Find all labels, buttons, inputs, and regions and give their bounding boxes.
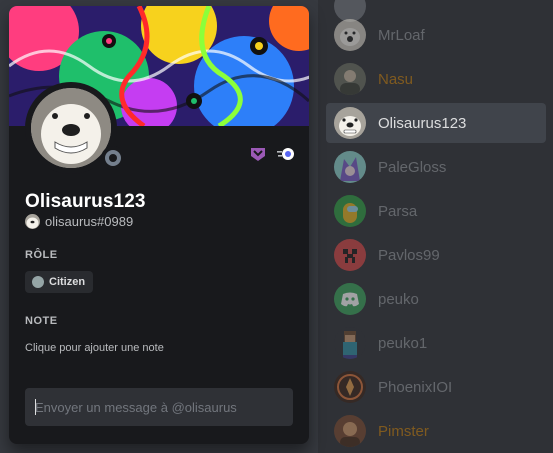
profile-tag-row: olisaurus#0989 — [25, 214, 133, 229]
nitro-boost-icon[interactable] — [277, 145, 295, 163]
role-chip[interactable]: Citizen — [25, 271, 94, 293]
member-list: MrLoaf Nasu Olisaurus123 PaleGloss Parsa… — [318, 0, 553, 453]
phoenix-avatar-icon — [334, 371, 366, 403]
dog-avatar-icon — [25, 214, 40, 229]
note-field[interactable]: Clique pour ajouter une note — [25, 342, 164, 354]
member-list-item[interactable]: Nasu — [326, 59, 546, 99]
member-name: Pavlos99 — [378, 246, 440, 264]
member-list-item[interactable]: MrLoaf — [326, 15, 546, 55]
member-name: Pimster — [378, 422, 429, 440]
member-list-item[interactable]: PhoenixIOI — [326, 367, 546, 407]
member-name: PhoenixIOI — [378, 378, 453, 396]
member-name: Nasu — [378, 70, 414, 88]
profile-username: Olisaurus123 — [25, 191, 146, 212]
profile-tag: olisaurus#0989 — [45, 214, 134, 229]
dog-avatar-icon — [31, 88, 111, 168]
creeper-avatar-icon — [334, 239, 366, 271]
member-name: peuko — [378, 290, 419, 308]
role-color-icon — [32, 276, 44, 288]
profile-badges — [249, 145, 295, 163]
member-name: Parsa — [378, 202, 418, 220]
member-name: PaleGloss — [378, 158, 447, 176]
member-list-item[interactable]: PaleGloss — [326, 147, 546, 187]
user-profile-popout: Olisaurus123 olisaurus#0989 RÔLE Citizen… — [9, 6, 309, 444]
status-indicator — [101, 146, 125, 170]
hypesquad-balance-icon[interactable] — [249, 145, 267, 163]
dog-avatar-icon — [334, 19, 366, 51]
dog-avatar-icon — [334, 107, 366, 139]
anime-avatar-icon — [334, 151, 366, 183]
minecraft-avatar-icon — [334, 327, 366, 359]
photo-avatar-icon — [334, 63, 366, 95]
member-list-item[interactable]: peuko — [326, 279, 546, 319]
offline-status-icon — [105, 150, 121, 166]
member-name: MrLoaf — [378, 26, 425, 44]
member-list-item[interactable]: Parsa — [326, 191, 546, 231]
member-name: Olisaurus123 — [378, 114, 467, 132]
member-list-item[interactable]: Pavlos99 — [326, 235, 546, 275]
role-name: Citizen — [49, 276, 86, 288]
note-section-title: NOTE — [25, 315, 58, 327]
message-input[interactable] — [25, 388, 293, 426]
role-section-title: RÔLE — [25, 249, 58, 261]
member-list-item[interactable]: Pimster — [326, 411, 546, 451]
text-caret — [35, 399, 36, 415]
among-us-avatar-icon — [334, 195, 366, 227]
member-list-item-selected[interactable]: Olisaurus123 — [326, 103, 546, 143]
profile-avatar[interactable] — [25, 82, 125, 174]
member-list-item[interactable]: peuko1 — [326, 323, 546, 363]
discord-logo-avatar-icon — [334, 283, 366, 315]
photo-avatar-icon — [334, 415, 366, 447]
member-name: peuko1 — [378, 334, 428, 352]
